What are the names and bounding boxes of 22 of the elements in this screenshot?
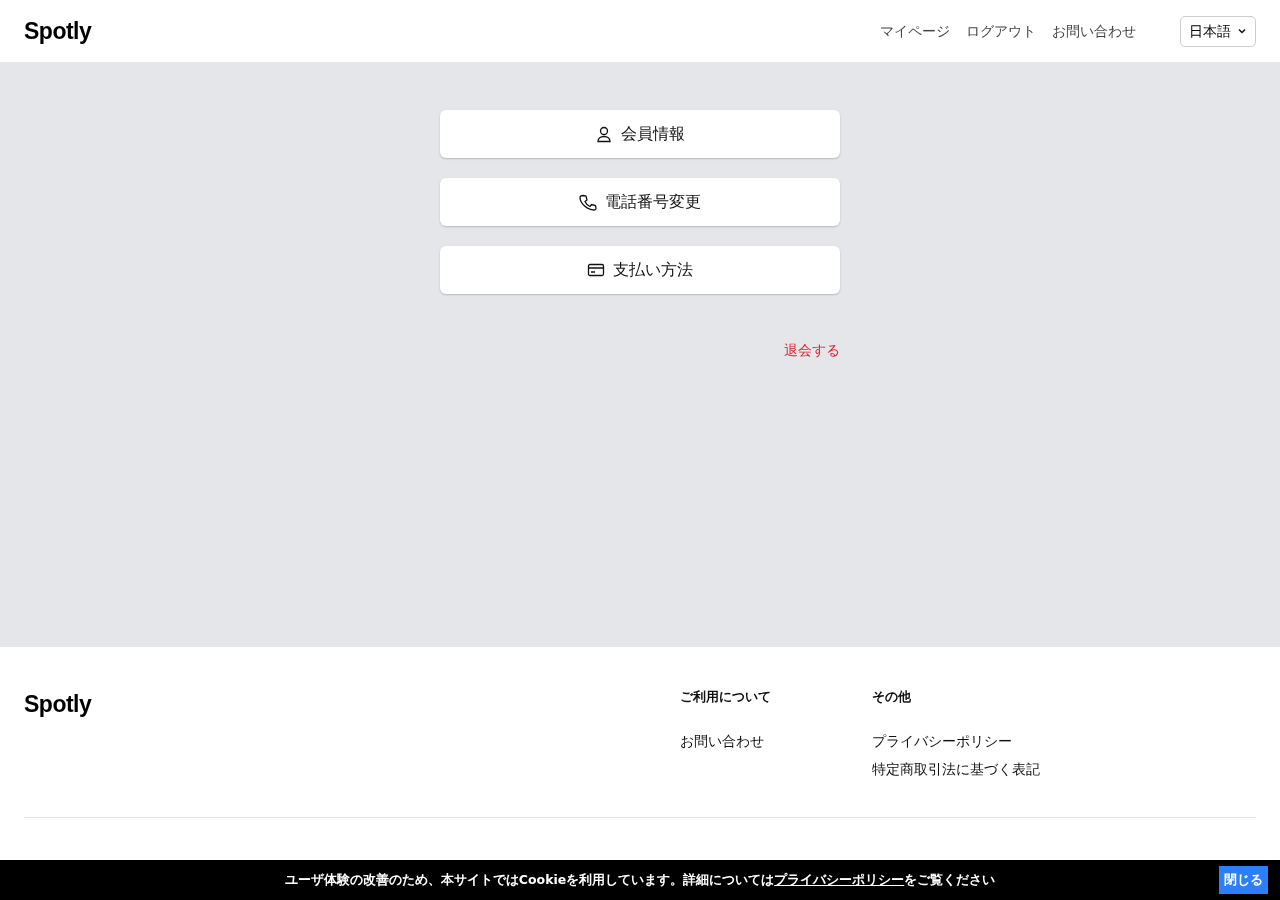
- person-icon: [595, 125, 613, 143]
- withdraw-link[interactable]: 退会する: [784, 342, 840, 358]
- menu-button[interactable]: 会員情報: [440, 110, 840, 158]
- language-select[interactable]: 日本語: [1180, 15, 1256, 47]
- phone-icon: [579, 193, 597, 211]
- footer-heading: その他: [872, 688, 912, 706]
- nav-link[interactable]: マイページ: [880, 20, 950, 42]
- footer-link[interactable]: お問い合わせ: [680, 730, 764, 751]
- menu-button[interactable]: 電話番号変更: [440, 178, 840, 226]
- logo[interactable]: Spotly: [24, 13, 92, 49]
- nav-link[interactable]: ログアウト: [966, 20, 1036, 42]
- footer-link[interactable]: 特定商取引法に基づく表記: [872, 758, 1040, 779]
- privacy-policy-link[interactable]: プライバシーポリシー: [774, 871, 905, 887]
- chevron-down-icon: [1237, 26, 1247, 36]
- footer-link[interactable]: プライバシーポリシー: [872, 730, 1012, 751]
- card-icon: [587, 261, 605, 279]
- menu-button[interactable]: 支払い方法: [440, 246, 840, 294]
- cookie-notice: ユーザ体験の改善のため、本サイトではCookieを利用しています。詳細についてはプライバシーポリシーをご覧ください: [284, 870, 996, 889]
- footer-logo: Spotly: [24, 690, 92, 719]
- close-button[interactable]: 閉じる: [1219, 866, 1268, 894]
- footer-heading: ご利用について: [680, 688, 772, 706]
- nav-link[interactable]: お問い合わせ: [1052, 20, 1136, 42]
